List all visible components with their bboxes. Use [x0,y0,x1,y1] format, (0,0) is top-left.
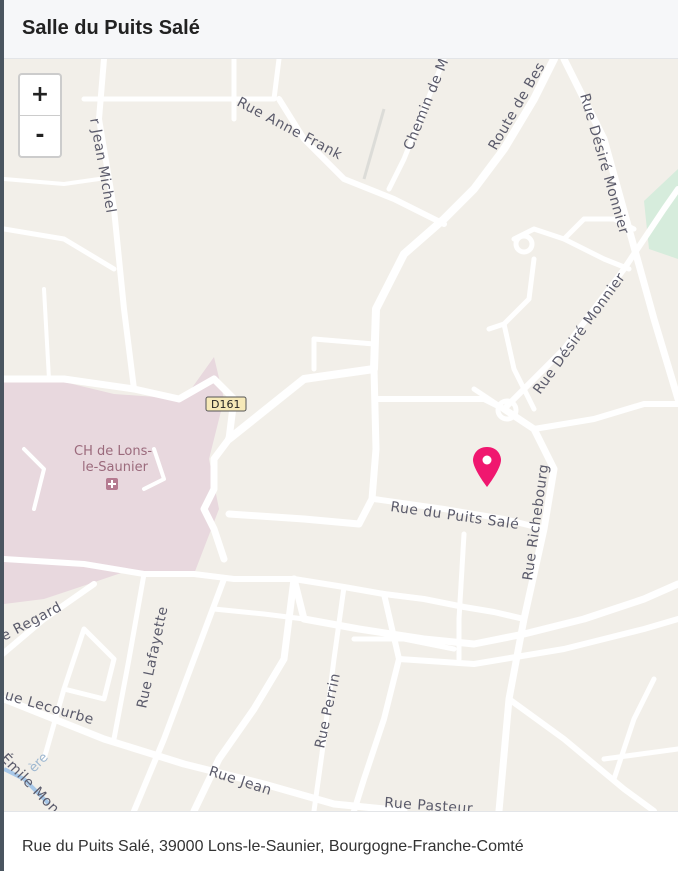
zoom-control: + - [18,73,62,158]
road-shield-label: D161 [211,398,240,411]
card-header: Salle du Puits Salé [4,0,678,59]
road-shield-d161: D161 [205,396,247,412]
venue-title: Salle du Puits Salé [22,17,200,39]
card-footer: Rue du Puits Salé, 39000 Lons-le-Saunier… [4,811,678,871]
hospital-icon [106,478,118,490]
location-card: Salle du Puits Salé r Jean Michel Rue An… [4,0,678,871]
zoom-out-button[interactable]: - [20,115,60,156]
zoom-in-button[interactable]: + [20,75,60,115]
map-view[interactable]: r Jean Michel Rue Anne Frank Chemin de M… [4,59,678,811]
map-canvas[interactable]: r Jean Michel Rue Anne Frank Chemin de M… [4,59,678,811]
hospital-label-line1: CH de Lons- [74,444,152,459]
venue-address: Rue du Puits Salé, 39000 Lons-le-Saunier… [22,838,524,855]
hospital-label-line2: le-Saunier [82,460,149,475]
